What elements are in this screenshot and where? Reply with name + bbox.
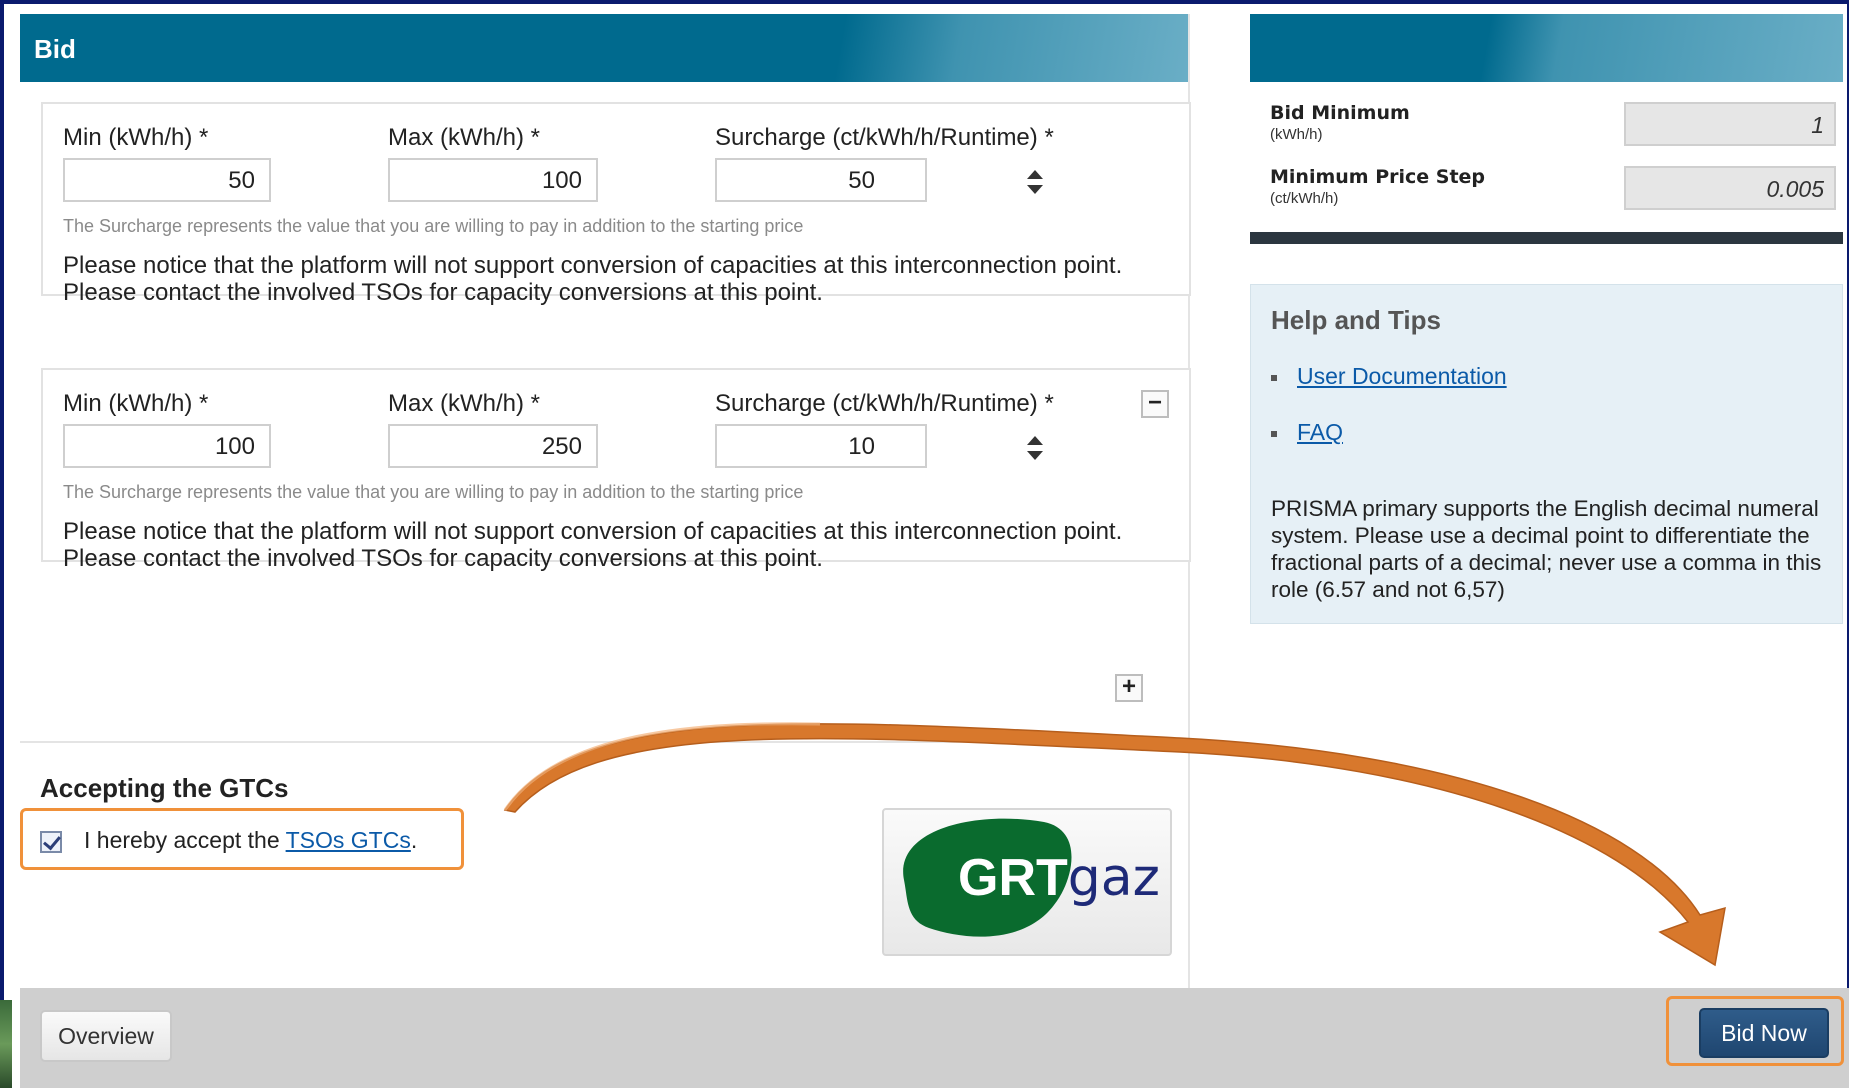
max-input[interactable]: 250 (388, 424, 598, 468)
help-item-faq: FAQ (1271, 419, 1343, 446)
add-row-button[interactable]: + (1115, 674, 1143, 702)
max-label: Max (kWh/h) * (388, 124, 541, 151)
spinner-arrows-icon[interactable] (1026, 436, 1044, 464)
surcharge-spinner[interactable]: 50 (715, 158, 1054, 202)
help-title: Help and Tips (1271, 305, 1441, 335)
price-step-value: 0.005 (1624, 166, 1836, 210)
min-field: Min (kWh/h) * 100 (63, 390, 271, 468)
bid-row: Min (kWh/h) * 50 Max (kWh/h) * 100 Surch… (41, 102, 1191, 306)
max-input[interactable]: 100 (388, 158, 598, 202)
surcharge-field: Surcharge (ct/kWh/h/Runtime) * 50 (715, 124, 1054, 202)
remove-row-button[interactable]: − (1141, 390, 1169, 418)
conversion-notice: Please notice that the platform will not… (63, 518, 1122, 572)
max-field: Max (kWh/h) * 100 (388, 124, 598, 202)
bullet-icon (1271, 374, 1277, 381)
gtc-title: Accepting the GTCs (40, 773, 289, 803)
user-documentation-link[interactable]: User Documentation (1297, 363, 1507, 389)
logo-text: GRTgaz (958, 848, 1160, 908)
surcharge-input[interactable]: 10 (715, 424, 927, 468)
overview-button[interactable]: Overview (40, 1010, 172, 1062)
surcharge-hint: The Surcharge represents the value that … (63, 482, 804, 502)
surcharge-field: Surcharge (ct/kWh/h/Runtime) * 10 (715, 390, 1054, 468)
logo-gaz: gaz (1067, 848, 1160, 908)
bid-panel-title: Bid (20, 14, 1188, 82)
bid-row: Min (kWh/h) * 100 Max (kWh/h) * 250 Surc… (41, 368, 1191, 572)
info-panel-header (1250, 14, 1843, 82)
spinner-arrows-icon[interactable] (1026, 170, 1044, 198)
grtgaz-logo: GRTgaz (882, 808, 1172, 956)
bullet-icon (1271, 430, 1277, 437)
surcharge-label: Surcharge (ct/kWh/h/Runtime) * (715, 390, 1054, 417)
surcharge-hint: The Surcharge represents the value that … (63, 216, 804, 236)
min-input[interactable]: 50 (63, 158, 271, 202)
max-field: Max (kWh/h) * 250 (388, 390, 598, 468)
min-label: Min (kWh/h) * (63, 124, 209, 151)
footer-bar: Overview Bid Now (20, 988, 1849, 1088)
background-decoration (0, 1000, 12, 1088)
notice-line: Please notice that the platform will not… (63, 252, 1123, 279)
auction-info-panel: Bid Minimum (kWh/h) 1 Minimum Price Step… (1250, 14, 1843, 244)
surcharge-label: Surcharge (ct/kWh/h/Runtime) * (715, 124, 1054, 151)
surcharge-input[interactable]: 50 (715, 158, 927, 202)
bid-now-highlight (1666, 996, 1844, 1066)
notice-line: Please contact the involved TSOs for cap… (63, 279, 823, 306)
gtc-highlight (20, 808, 464, 870)
help-item-docs: User Documentation (1271, 363, 1507, 390)
max-label: Max (kWh/h) * (388, 390, 541, 417)
surcharge-spinner[interactable]: 10 (715, 424, 1054, 468)
faq-link[interactable]: FAQ (1297, 419, 1343, 445)
bid-minimum-value: 1 (1624, 102, 1836, 146)
min-field: Min (kWh/h) * 50 (63, 124, 271, 202)
decimal-help-text: PRISMA primary supports the English deci… (1271, 496, 1822, 602)
notice-line: Please contact the involved TSOs for cap… (63, 545, 823, 572)
logo-grt: GRT (958, 849, 1068, 907)
info-panel-bottom-bar (1250, 232, 1843, 244)
price-step-row: Minimum Price Step (ct/kWh/h) 0.005 (1270, 166, 1836, 210)
conversion-notice: Please notice that the platform will not… (63, 252, 1122, 306)
help-panel: Help and Tips User Documentation FAQ PRI… (1250, 284, 1843, 624)
notice-line: Please notice that the platform will not… (63, 518, 1123, 545)
min-label: Min (kWh/h) * (63, 390, 209, 417)
min-input[interactable]: 100 (63, 424, 271, 468)
bid-minimum-row: Bid Minimum (kWh/h) 1 (1270, 102, 1836, 146)
